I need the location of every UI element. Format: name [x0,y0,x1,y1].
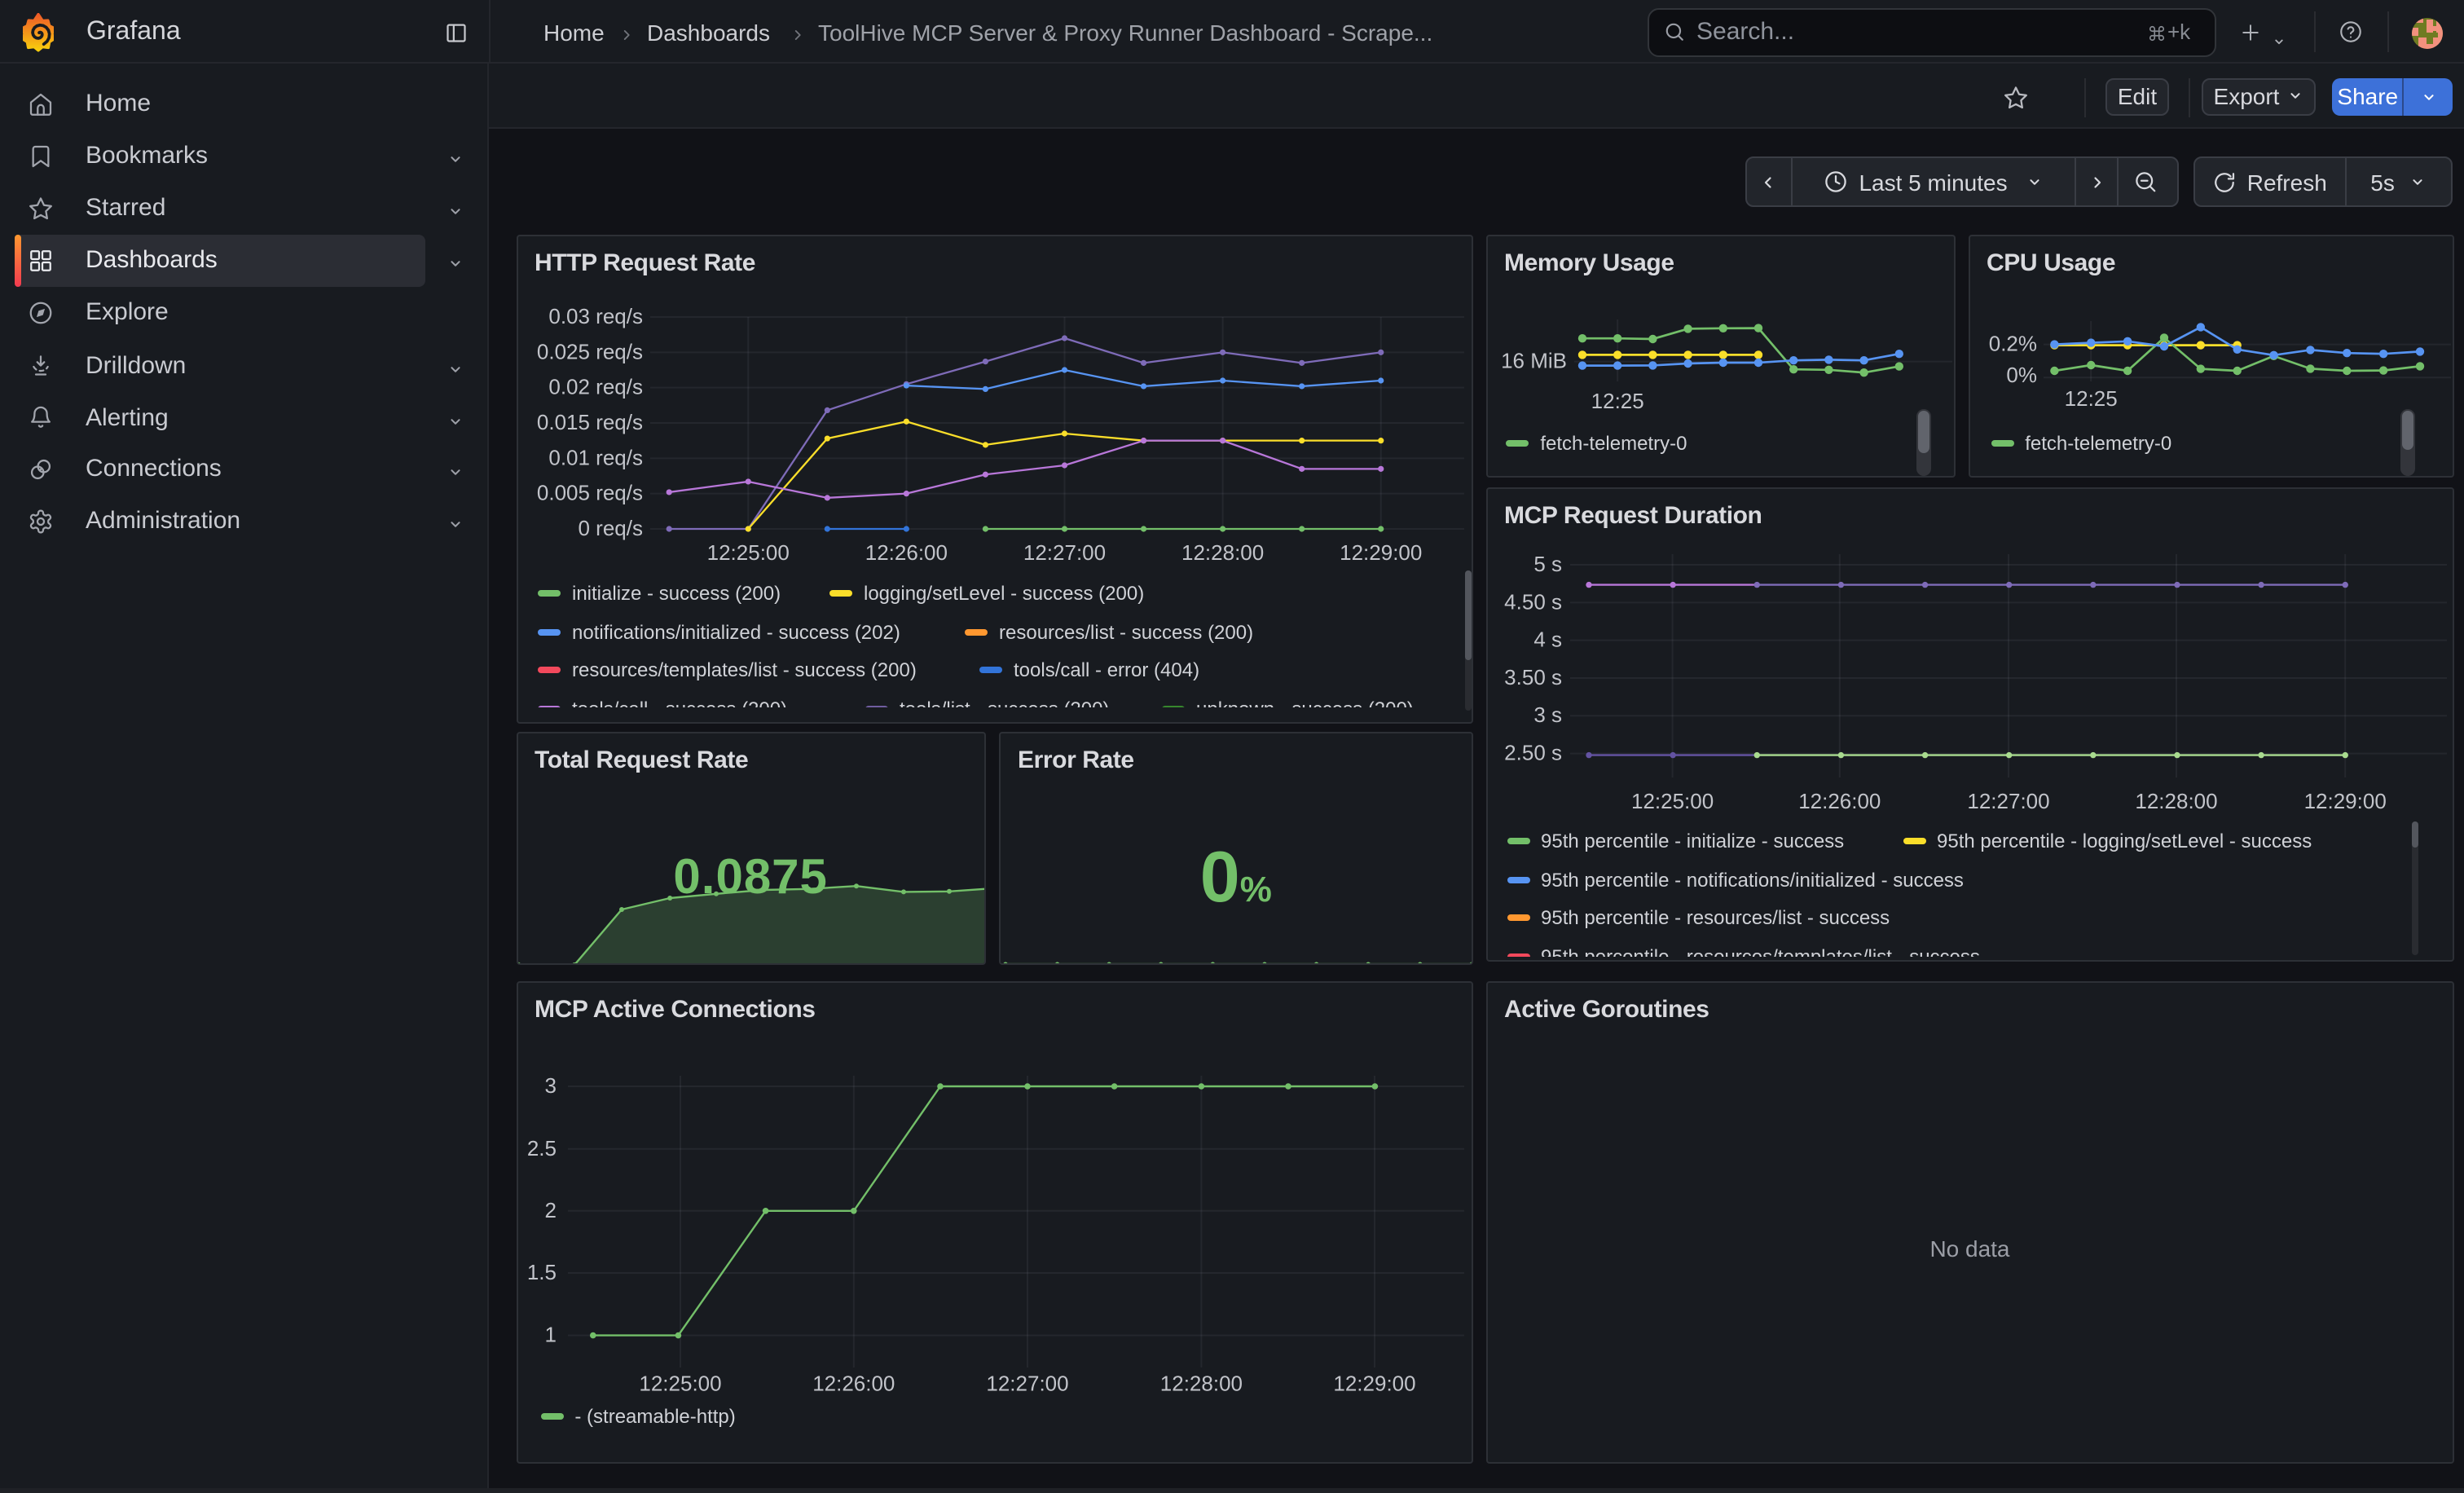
svg-text:0.005 req/s: 0.005 req/s [536,480,642,504]
svg-text:12:27:00: 12:27:00 [1966,788,2048,813]
svg-text:16 MiB: 16 MiB [1500,348,1566,372]
svg-text:0%: 0% [2005,362,2036,386]
svg-text:12:25:00: 12:25:00 [1630,788,1713,813]
svg-text:12:27:00: 12:27:00 [1023,540,1105,564]
svg-text:2.50 s: 2.50 s [1503,740,1561,764]
svg-text:2.5: 2.5 [526,1136,556,1160]
svg-text:12:26:00: 12:26:00 [812,1372,894,1396]
svg-text:12:25:00: 12:25:00 [706,540,789,564]
svg-text:3.50 s: 3.50 s [1503,664,1561,689]
svg-text:4 s: 4 s [1533,627,1561,651]
svg-text:12:28:00: 12:28:00 [1181,540,1263,564]
svg-text:12:27:00: 12:27:00 [985,1372,1067,1396]
svg-text:2: 2 [544,1198,556,1222]
svg-text:0 req/s: 0 req/s [578,515,643,540]
svg-text:12:29:00: 12:29:00 [1332,1372,1415,1396]
svg-text:1: 1 [544,1323,556,1347]
svg-text:0.01 req/s: 0.01 req/s [548,444,642,469]
svg-text:0.03 req/s: 0.03 req/s [548,303,642,328]
svg-text:12:25:00: 12:25:00 [638,1372,720,1396]
svg-text:12:25: 12:25 [2064,385,2117,410]
svg-text:4.50 s: 4.50 s [1503,588,1561,613]
svg-text:12:25: 12:25 [1591,388,1643,412]
svg-text:0.025 req/s: 0.025 req/s [536,338,642,363]
svg-text:0.015 req/s: 0.015 req/s [536,409,642,434]
svg-text:0.2%: 0.2% [1988,331,2036,355]
svg-text:12:29:00: 12:29:00 [1339,540,1421,564]
svg-text:3 s: 3 s [1533,702,1561,726]
svg-text:12:28:00: 12:28:00 [2134,788,2216,813]
svg-text:5 s: 5 s [1533,551,1561,575]
svg-text:12:29:00: 12:29:00 [2303,788,2386,813]
svg-text:1.5: 1.5 [526,1260,556,1284]
svg-text:12:26:00: 12:26:00 [1797,788,1880,813]
svg-text:3: 3 [544,1073,556,1098]
svg-text:12:26:00: 12:26:00 [865,540,947,564]
svg-text:12:28:00: 12:28:00 [1159,1372,1242,1396]
svg-text:0.02 req/s: 0.02 req/s [548,374,642,399]
